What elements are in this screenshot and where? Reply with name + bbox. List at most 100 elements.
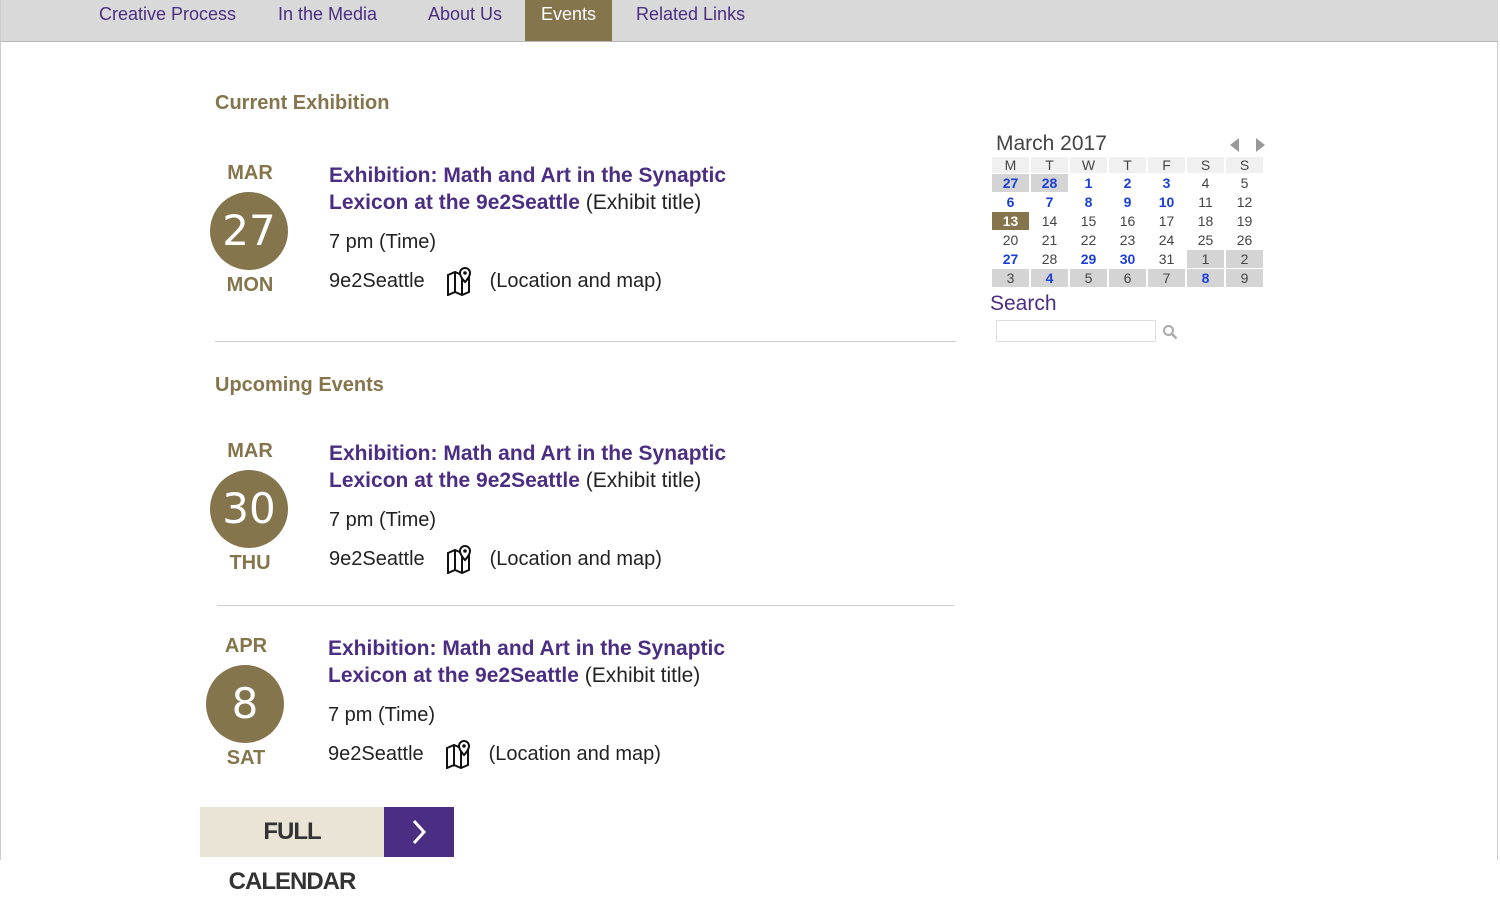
event-month: APR [224, 635, 268, 657]
map-icon[interactable] [444, 739, 474, 769]
map-icon[interactable] [445, 544, 475, 574]
calendar-day: 7 [1148, 269, 1185, 287]
search-label: Search [990, 292, 1057, 315]
event-location-name: 9e2Seattle [328, 742, 424, 765]
nav-events[interactable]: Events [525, 0, 613, 41]
calendar-day[interactable]: 7 [1031, 193, 1068, 211]
calendar-day: 24 [1148, 231, 1185, 249]
event-location: 9e2Seattle (Location and map) [329, 544, 759, 574]
calendar-day: 26 [1226, 231, 1263, 249]
calendar-weekday: F [1148, 157, 1185, 173]
event-title-suffix: (Exhibit title) [578, 664, 701, 687]
calendar-day: 1 [1187, 250, 1224, 268]
calendar-weekday: M [992, 157, 1029, 173]
event-title: Exhibition: Math and Art in the Synaptic… [329, 162, 759, 216]
event-day: 27 [210, 192, 288, 270]
calendar-weekday: T [1031, 157, 1068, 173]
event-info: Exhibition: Math and Art in the Synaptic… [329, 440, 759, 574]
calendar-day[interactable]: 2 [1109, 174, 1146, 192]
current-exhibition-heading: Current Exhibition [215, 92, 390, 114]
nav-creative-process[interactable]: Creative Process [99, 0, 236, 41]
event-info: Exhibition: Math and Art in the Synaptic… [328, 635, 758, 769]
event-day: 30 [210, 470, 288, 548]
calendar-day: 9 [1226, 269, 1263, 287]
calendar-day: 3 [992, 269, 1029, 287]
calendar-day[interactable]: 27 [992, 250, 1029, 268]
event-weekday: THU [229, 552, 271, 574]
event-location-link[interactable]: (Location and map) [490, 270, 662, 293]
calendar-day: 18 [1187, 212, 1224, 230]
chevron-right-icon [384, 807, 454, 857]
calendar-day: 25 [1187, 231, 1224, 249]
calendar-weekday: W [1070, 157, 1107, 173]
calendar-day[interactable]: 6 [992, 193, 1029, 211]
calendar-day: 4 [1187, 174, 1224, 192]
event-location-link[interactable]: (Location and map) [490, 548, 662, 571]
event-weekday: MON [226, 274, 274, 296]
event-location: 9e2Seattle (Location and map) [329, 266, 759, 296]
calendar-month-title: March 2017 [996, 132, 1107, 155]
event-title-suffix: (Exhibit title) [579, 191, 702, 214]
prev-month-arrow-icon[interactable] [1230, 138, 1239, 152]
calendar-day[interactable]: 8 [1187, 269, 1224, 287]
calendar-day: 17 [1148, 212, 1185, 230]
event-location-link[interactable]: (Location and map) [489, 743, 661, 766]
calendar-day: 19 [1226, 212, 1263, 230]
event-title-suffix: (Exhibit title) [579, 469, 702, 492]
calendar-day: 12 [1226, 193, 1263, 211]
event-month: MAR [227, 162, 273, 184]
event-title: Exhibition: Math and Art in the Synaptic… [328, 635, 758, 689]
calendar-day: 28 [1031, 250, 1068, 268]
calendar-day: 20 [992, 231, 1029, 249]
calendar-day: 6 [1109, 269, 1146, 287]
nav-in-the-media[interactable]: In the Media [278, 0, 377, 41]
calendar-week: 27 28 29 30 31 1 2 [992, 250, 1263, 268]
event-location: 9e2Seattle (Location and map) [328, 739, 758, 769]
calendar-grid: MTWTFSS 27 28 1 2 3 4 5 6 7 8 9 10 11 12 13 14 15 16 17 18 1… [990, 156, 1265, 288]
event-day: 8 [206, 665, 284, 743]
next-month-arrow-icon[interactable] [1256, 138, 1265, 152]
calendar-weekday: S [1226, 157, 1263, 173]
calendar-day[interactable]: 28 [1031, 174, 1068, 192]
event-time: 7 pm (Time) [328, 704, 436, 726]
calendar-day[interactable]: 10 [1148, 193, 1185, 211]
calendar-day[interactable]: 9 [1109, 193, 1146, 211]
map-icon[interactable] [445, 266, 475, 296]
calendar-day: 13 [992, 212, 1029, 230]
search-input[interactable] [996, 320, 1156, 342]
calendar-day[interactable]: 1 [1070, 174, 1107, 192]
calendar-day[interactable]: 8 [1070, 193, 1107, 211]
event-item: MAR 30 THU Exhibition: Math and Art in t… [200, 440, 960, 590]
nav-related-links[interactable]: Related Links [636, 0, 745, 41]
calendar-day: 5 [1226, 174, 1263, 192]
calendar-day[interactable]: 4 [1031, 269, 1068, 287]
event-title: Exhibition: Math and Art in the Synaptic… [329, 440, 759, 494]
divider [215, 341, 956, 342]
divider [217, 605, 954, 606]
calendar-day: 14 [1031, 212, 1068, 230]
calendar-weekday: S [1187, 157, 1224, 173]
event-location-name: 9e2Seattle [329, 269, 425, 292]
nav-about-us[interactable]: About Us [428, 0, 502, 41]
search-icon[interactable] [1162, 324, 1178, 340]
event-weekday: SAT [226, 747, 266, 769]
calendar-week: 13 14 15 16 17 18 19 [992, 212, 1263, 230]
calendar-week: 6 7 8 9 10 11 12 [992, 193, 1263, 211]
calendar-day[interactable]: 29 [1070, 250, 1107, 268]
calendar-day: 31 [1148, 250, 1185, 268]
calendar-day[interactable]: 30 [1109, 250, 1146, 268]
calendar-day: 23 [1109, 231, 1146, 249]
calendar-day: 21 [1031, 231, 1068, 249]
upcoming-events-heading: Upcoming Events [215, 374, 384, 396]
event-month: MAR [227, 440, 273, 462]
calendar-day[interactable]: 27 [992, 174, 1029, 192]
calendar-day[interactable]: 3 [1148, 174, 1185, 192]
event-time: 7 pm (Time) [329, 509, 437, 531]
calendar-day: 15 [1070, 212, 1107, 230]
calendar-day: 16 [1109, 212, 1146, 230]
event-location-name: 9e2Seattle [329, 547, 425, 570]
calendar-weekday: T [1109, 157, 1146, 173]
full-calendar-label: FULL CALENDAR [200, 807, 384, 895]
full-calendar-button[interactable]: FULL CALENDAR [200, 807, 454, 895]
top-nav: Creative Process In the Media About Us E… [1, 0, 1498, 42]
